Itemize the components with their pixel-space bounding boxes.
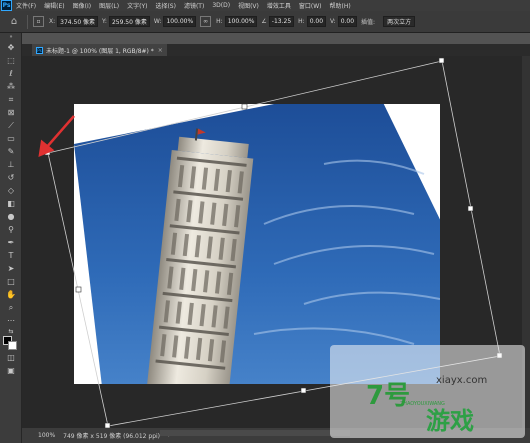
- menu-filter[interactable]: 滤镜(T): [180, 1, 208, 10]
- menu-type[interactable]: 文字(Y): [123, 1, 151, 10]
- interpolation-label: 插值:: [361, 19, 376, 26]
- height-field[interactable]: 100.00%: [224, 16, 258, 27]
- background-color-icon[interactable]: [8, 341, 17, 350]
- tools-panel: » ✥ ⬚ ℓ ⁂ ⌗ ⊠ ⟋ ▭ ✎ ⊥ ↺ ◇ ◧ ● ⚲ ✒ T ➤ □ …: [0, 33, 22, 443]
- watermark-text: 游戏: [426, 407, 474, 435]
- gradient-tool-icon[interactable]: ◧: [0, 197, 22, 210]
- move-tool-icon[interactable]: ✥: [0, 41, 22, 54]
- history-brush-icon[interactable]: ↺: [0, 171, 22, 184]
- menu-window[interactable]: 窗口(W): [295, 1, 326, 10]
- menu-edit[interactable]: 编辑(E): [40, 1, 68, 10]
- rectangle-tool-icon[interactable]: □: [0, 275, 22, 288]
- hskew-field[interactable]: 0.00: [306, 16, 327, 27]
- menu-file[interactable]: 文件(F): [12, 1, 40, 10]
- separator: [27, 14, 28, 29]
- reference-point-icon[interactable]: ▫: [33, 16, 44, 27]
- close-icon[interactable]: ×: [158, 47, 163, 54]
- horizontal-scrollbar[interactable]: [160, 430, 350, 436]
- h-label: H:: [216, 18, 223, 25]
- angle-field[interactable]: -13.25: [268, 16, 295, 27]
- home-icon[interactable]: ⌂: [6, 14, 22, 30]
- vskew-field[interactable]: 0.00: [337, 16, 358, 27]
- collapse-icon[interactable]: »: [0, 33, 22, 41]
- menu-image[interactable]: 图像(I): [69, 1, 95, 10]
- eyedropper-icon[interactable]: ⟋: [0, 119, 22, 132]
- angle-icon: ∠: [261, 18, 267, 25]
- w-label: W:: [153, 18, 162, 25]
- watermark: 7号 xiayx.com 7HAOYOUXIWANG 游戏: [330, 345, 525, 438]
- brush-tool-icon[interactable]: ✎: [0, 145, 22, 158]
- menu-select[interactable]: 选择(S): [151, 1, 180, 10]
- document-info: 749 像素 x 519 像素 (96.012 ppi): [63, 433, 161, 440]
- watermark-url: xiayx.com: [436, 375, 488, 386]
- crop-tool-icon[interactable]: ⌗: [0, 93, 22, 106]
- swap-colors-icon[interactable]: ⇆: [0, 327, 22, 335]
- y-label: Y:: [102, 18, 107, 25]
- quick-mask-icon[interactable]: ◫: [0, 351, 22, 364]
- options-bar: ⌂ ▫ X: 374.50 像素 Y: 259.50 像素 W: 100.00%…: [0, 11, 530, 33]
- document-tab-bar: Ps 未标题-1 @ 100% (图层 1, RGB/8#) * ×: [22, 44, 530, 56]
- interpolation-select[interactable]: 两次立方: [383, 16, 416, 27]
- menu-bar: Ps 文件(F) 编辑(E) 图像(I) 图层(L) 文字(Y) 选择(S) 滤…: [0, 0, 530, 11]
- dodge-tool-icon[interactable]: ⚲: [0, 223, 22, 236]
- hand-tool-icon[interactable]: ✋: [0, 288, 22, 301]
- y-field[interactable]: 259.50 像素: [108, 16, 150, 27]
- x-field[interactable]: 374.50 像素: [57, 16, 99, 27]
- document-tab-title: 未标题-1 @ 100% (图层 1, RGB/8#) *: [46, 47, 154, 55]
- path-select-icon[interactable]: ➤: [0, 262, 22, 275]
- zoom-level[interactable]: 100%: [38, 432, 55, 439]
- photoshop-logo[interactable]: Ps: [1, 0, 12, 11]
- more-tools-icon[interactable]: ⋯: [0, 314, 22, 327]
- pen-tool-icon[interactable]: ✒: [0, 236, 22, 249]
- menu-view[interactable]: 视图(V): [234, 1, 263, 10]
- clone-stamp-icon[interactable]: ⊥: [0, 158, 22, 171]
- screen-mode-icon[interactable]: ▣: [0, 364, 22, 377]
- hskew-label: H:: [298, 18, 305, 25]
- vskew-label: V:: [330, 18, 336, 25]
- x-label: X:: [49, 18, 56, 25]
- link-icon[interactable]: ∞: [200, 16, 212, 27]
- menu-3d[interactable]: 3D(D): [208, 2, 234, 9]
- menu-layer[interactable]: 图层(L): [95, 1, 123, 10]
- frame-tool-icon[interactable]: ⊠: [0, 106, 22, 119]
- magic-wand-icon[interactable]: ⁂: [0, 80, 22, 93]
- eraser-tool-icon[interactable]: ◇: [0, 184, 22, 197]
- healing-brush-icon[interactable]: ▭: [0, 132, 22, 145]
- type-tool-icon[interactable]: T: [0, 249, 22, 262]
- width-field[interactable]: 100.00%: [163, 16, 197, 27]
- menu-help[interactable]: 帮助(H): [326, 1, 355, 10]
- lasso-tool-icon[interactable]: ℓ: [0, 67, 22, 80]
- color-swatches[interactable]: [0, 335, 22, 351]
- blur-tool-icon[interactable]: ●: [0, 210, 22, 223]
- marquee-tool-icon[interactable]: ⬚: [0, 54, 22, 67]
- ps-doc-icon: Ps: [36, 46, 43, 54]
- document-tab[interactable]: Ps 未标题-1 @ 100% (图层 1, RGB/8#) * ×: [32, 44, 167, 56]
- menu-plugins[interactable]: 增效工具: [263, 1, 295, 10]
- zoom-tool-icon[interactable]: ⌕: [0, 301, 22, 314]
- annotation-arrow-icon: [38, 115, 75, 158]
